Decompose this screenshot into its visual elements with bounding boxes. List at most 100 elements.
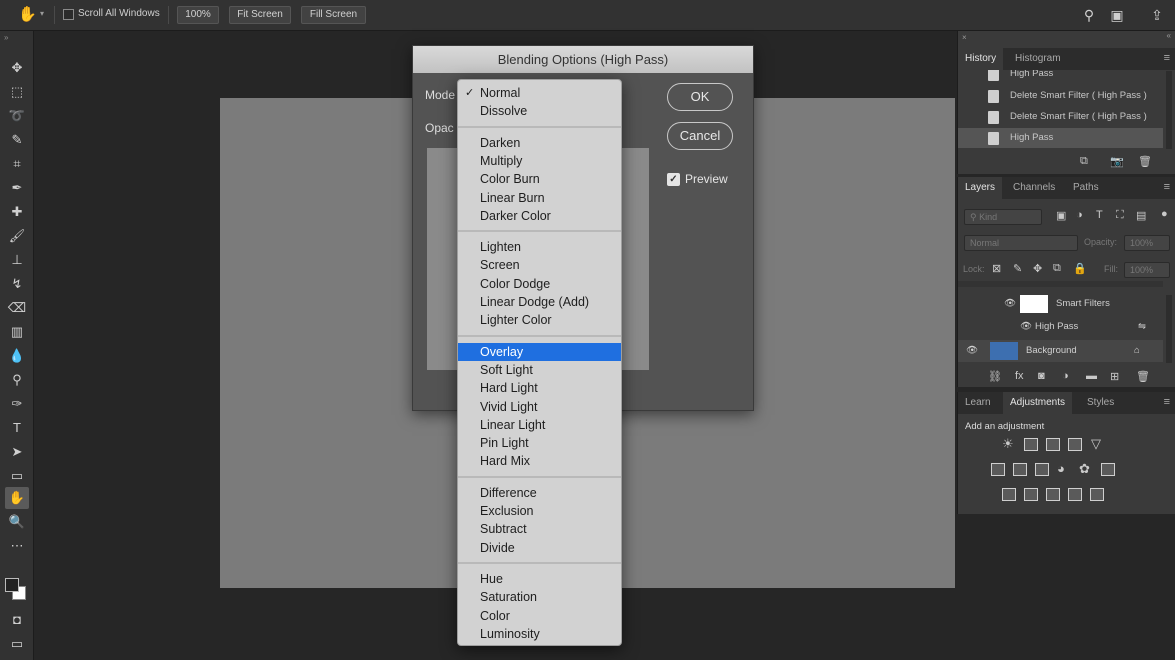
history-item[interactable]: Delete Smart Filter ( High Pass ) (958, 107, 1163, 127)
blend-mode-item[interactable]: ✓ Normal (458, 84, 621, 102)
delete-trash-icon[interactable]: 🗑 (1138, 155, 1152, 168)
lock-transparent-icon[interactable]: ⊠ (992, 262, 1001, 275)
history-brush-tool-icon[interactable]: ↯ (5, 273, 29, 295)
smart-filters-row[interactable]: 👁 Smart Filters (958, 293, 1163, 315)
blend-mode-item[interactable]: Darker Color (458, 207, 621, 225)
panel-collapse-icon[interactable]: « (1167, 31, 1171, 40)
lasso-tool-icon[interactable]: ➰ (5, 105, 29, 127)
eye-icon[interactable]: 👁 (1020, 316, 1032, 338)
blend-mode-item[interactable]: Color (458, 607, 621, 625)
blend-mode-item[interactable]: Exclusion (458, 502, 621, 520)
lock-position-icon[interactable]: ✥ (1033, 262, 1042, 275)
layer-style-fx-icon[interactable]: fx (1015, 370, 1024, 382)
brush-tool-icon[interactable]: 🖌 (5, 225, 29, 247)
channel-mixer-icon[interactable]: ✿ (1079, 461, 1090, 477)
posterize-icon[interactable] (1024, 488, 1038, 501)
hand-tool-icon[interactable]: ✋ (18, 6, 37, 24)
fit-screen-button[interactable]: Fit Screen (229, 6, 291, 24)
scroll-all-windows-checkbox[interactable] (63, 9, 74, 20)
new-document-from-state-icon[interactable]: ⧉ (1080, 155, 1088, 168)
fill-field[interactable]: 100% (1124, 262, 1170, 278)
history-scrollbar[interactable] (1166, 71, 1172, 149)
color-balance-icon[interactable] (1013, 463, 1027, 476)
zoom-100-button[interactable]: 100% (177, 6, 219, 24)
hand-tool-icon[interactable]: ✋ (5, 487, 29, 509)
filter-type-icon[interactable]: T (1096, 209, 1103, 221)
blur-tool-icon[interactable]: 💧 (5, 345, 29, 367)
blend-mode-select[interactable]: Normal (964, 235, 1078, 251)
gradient-map-icon[interactable] (1090, 488, 1104, 501)
exposure-icon[interactable] (1068, 438, 1082, 451)
new-layer-icon[interactable]: ⊞ (1110, 370, 1119, 383)
selective-color-icon[interactable] (1068, 488, 1082, 501)
blend-mode-item[interactable]: Lighten (458, 238, 621, 256)
ok-button[interactable]: OK (667, 83, 733, 111)
filter-smart-object-icon[interactable]: ▤ (1136, 209, 1146, 222)
eye-icon[interactable]: 👁 (966, 340, 978, 362)
blend-mode-item[interactable]: Linear Burn (458, 189, 621, 207)
filter-shape-icon[interactable]: ⛶ (1116, 209, 1124, 222)
blend-mode-item[interactable]: Hue (458, 570, 621, 588)
blend-mode-item[interactable]: Dissolve (458, 102, 621, 120)
path-select-tool-icon[interactable]: ➤ (5, 441, 29, 463)
blend-mode-item[interactable]: Soft Light (458, 361, 621, 379)
vibrance-icon[interactable]: ▽ (1091, 436, 1101, 452)
pen-tool-icon[interactable]: ✑ (5, 393, 29, 415)
add-mask-icon[interactable]: ◙ (1038, 370, 1045, 382)
filter-adjustment-icon[interactable]: ◑ (1076, 209, 1083, 221)
workspace-icon[interactable]: ▣ (1108, 6, 1126, 24)
clone-stamp-tool-icon[interactable]: ⊥ (5, 249, 29, 271)
blend-mode-item[interactable]: Multiply (458, 152, 621, 170)
tab-styles[interactable]: Styles (1080, 392, 1121, 414)
healing-brush-tool-icon[interactable]: ✚ (5, 201, 29, 223)
panel-collapse-icon[interactable]: » (4, 33, 8, 42)
blend-mode-item[interactable]: Linear Dodge (Add) (458, 293, 621, 311)
tool-preset-caret-icon[interactable]: ▾ (40, 9, 44, 18)
tab-histogram[interactable]: Histogram (1008, 48, 1068, 70)
tab-adjustments[interactable]: Adjustments (1003, 392, 1073, 414)
share-icon[interactable]: ⇪ (1148, 6, 1166, 24)
blend-mode-item[interactable]: Color Burn (458, 170, 621, 188)
dodge-tool-icon[interactable]: ⚲ (5, 369, 29, 391)
fill-screen-button[interactable]: Fill Screen (301, 6, 366, 24)
history-item-current[interactable]: High Pass (958, 128, 1163, 148)
photo-filter-icon[interactable]: ◕ (1057, 461, 1065, 476)
eraser-tool-icon[interactable]: ⌫ (5, 297, 29, 319)
color-lookup-icon[interactable] (1101, 463, 1115, 476)
tab-layers[interactable]: Layers (958, 177, 1003, 199)
layer-filter-kind[interactable]: ⚲ Kind (964, 209, 1042, 225)
blend-mode-item[interactable]: Vivid Light (458, 398, 621, 416)
blend-mode-item[interactable]: Darken (458, 134, 621, 152)
history-item[interactable]: Delete Smart Filter ( High Pass ) (958, 86, 1163, 106)
panel-menu-icon[interactable]: ≡ (1164, 396, 1170, 408)
blend-mode-item[interactable]: Hard Light (458, 379, 621, 397)
tab-history[interactable]: History (958, 48, 1004, 70)
blend-mode-item[interactable]: Linear Light (458, 416, 621, 434)
blend-mode-item[interactable]: Luminosity (458, 625, 621, 643)
levels-icon[interactable] (1024, 438, 1038, 451)
delete-layer-icon[interactable]: 🗑 (1136, 370, 1150, 383)
new-group-icon[interactable]: ▬ (1086, 370, 1097, 382)
eyedropper-tool-icon[interactable]: ✒ (5, 177, 29, 199)
hue-saturation-icon[interactable] (991, 463, 1005, 476)
eye-icon[interactable]: 👁 (1004, 293, 1016, 315)
black-white-icon[interactable] (1035, 463, 1049, 476)
blend-mode-item[interactable]: Subtract (458, 520, 621, 538)
preview-checkbox[interactable]: ✓ (667, 173, 680, 186)
blend-mode-item[interactable]: Pin Light (458, 434, 621, 452)
layer-thumbnail[interactable] (990, 342, 1018, 360)
lock-all-icon[interactable]: 🔒 (1073, 262, 1087, 275)
marquee-tool-icon[interactable]: ⬚ (5, 81, 29, 103)
panel-menu-icon[interactable]: ≡ (1164, 181, 1170, 193)
layers-scrollbar[interactable] (1166, 295, 1172, 363)
tab-learn[interactable]: Learn (958, 392, 998, 414)
more-tools-icon[interactable]: ⋯ (5, 535, 29, 557)
screen-mode-icon[interactable]: ▭ (5, 633, 29, 655)
blend-mode-item[interactable]: Overlay (458, 342, 621, 361)
filter-pixel-icon[interactable]: ▣ (1056, 209, 1066, 222)
move-tool-icon[interactable]: ✥ (5, 57, 29, 79)
cancel-button[interactable]: Cancel (667, 122, 733, 150)
background-layer-row[interactable]: 👁 Background ⌂ (958, 340, 1163, 362)
filter-options-icon[interactable]: ⇋ (1138, 316, 1146, 338)
high-pass-filter-row[interactable]: 👁 High Pass ⇋ (958, 316, 1163, 338)
